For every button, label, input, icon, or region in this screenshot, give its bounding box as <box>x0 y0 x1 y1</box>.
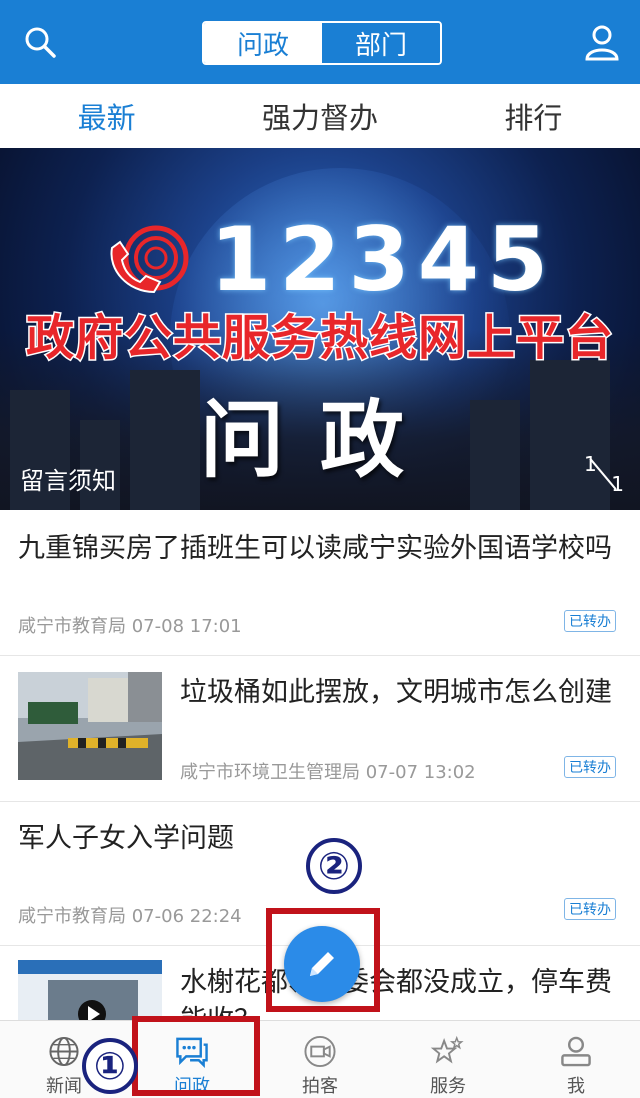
compose-fab[interactable] <box>284 926 360 1002</box>
nav-label: 我 <box>567 1076 585 1097</box>
sub-tab-bar: 最新 强力督办 排行 <box>0 84 640 148</box>
item-thumbnail <box>18 960 162 1020</box>
banner-pager: 1 1 <box>582 452 626 496</box>
camera-icon <box>304 1035 336 1068</box>
annotation-marker-2: ② <box>306 838 362 894</box>
nav-label: 新闻 <box>46 1076 82 1097</box>
stars-icon <box>430 1035 464 1064</box>
banner-hotline-number: 12345 <box>210 208 557 311</box>
banner-subtitle: 政府公共服务热线网上平台 <box>24 309 614 368</box>
item-title: 九重锦买房了插班生可以读咸宁实验外国语学校吗 <box>18 533 612 564</box>
annotation-highlight-nav <box>132 1016 260 1096</box>
item-title: 垃圾桶如此摆放，文明城市怎么创建 <box>180 677 612 708</box>
status-badge: 已转办 <box>564 756 616 778</box>
status-badge: 已转办 <box>564 898 616 920</box>
item-source: 咸宁市教育局 07-06 22:24 <box>18 906 242 927</box>
pager-total: 1 <box>611 472 624 496</box>
user-icon[interactable] <box>580 20 624 64</box>
tab-supervise[interactable]: 强力督办 <box>213 84 426 148</box>
segment-control: 问政 部门 <box>202 21 442 65</box>
list-item[interactable]: 九重锦买房了插班生可以读咸宁实验外国语学校吗 咸宁市教育局 07-08 17:0… <box>0 510 640 656</box>
status-badge: 已转办 <box>564 610 616 632</box>
pencil-icon <box>310 952 334 976</box>
banner-carousel[interactable]: 12345 政府公共服务热线网上平台 问政 留言须知 1 1 <box>0 148 640 510</box>
tab-ranking[interactable]: 排行 <box>427 84 640 148</box>
nav-label: 拍客 <box>302 1076 338 1097</box>
item-source: 咸宁市环境卫生管理局 07-07 13:02 <box>180 762 476 783</box>
app-header: 问政 部门 <box>0 0 640 84</box>
banner-caption[interactable]: 留言须知 <box>20 461 116 496</box>
search-icon[interactable] <box>18 20 62 64</box>
list-item[interactable]: 垃圾桶如此摆放，文明城市怎么创建 咸宁市环境卫生管理局 07-07 13:02 … <box>0 656 640 802</box>
annotation-marker-1: ① <box>82 1038 138 1094</box>
item-title: 水榭花都、业委会都没成立，停车费能收？ <box>180 967 612 1020</box>
tab-latest[interactable]: 最新 <box>0 84 213 148</box>
nav-paike[interactable]: 拍客 <box>256 1021 384 1098</box>
nav-service[interactable]: 服务 <box>384 1021 512 1098</box>
item-source: 咸宁市教育局 07-08 17:01 <box>18 616 242 637</box>
item-thumbnail <box>18 672 162 780</box>
globe-icon <box>49 1036 79 1067</box>
nav-me[interactable]: 我 <box>512 1021 640 1098</box>
user-icon <box>561 1036 591 1067</box>
segment-bumen[interactable]: 部门 <box>322 23 440 63</box>
hotline-phone-icon <box>110 225 189 294</box>
segment-wenzheng[interactable]: 问政 <box>204 23 322 63</box>
nav-label: 服务 <box>430 1076 466 1097</box>
